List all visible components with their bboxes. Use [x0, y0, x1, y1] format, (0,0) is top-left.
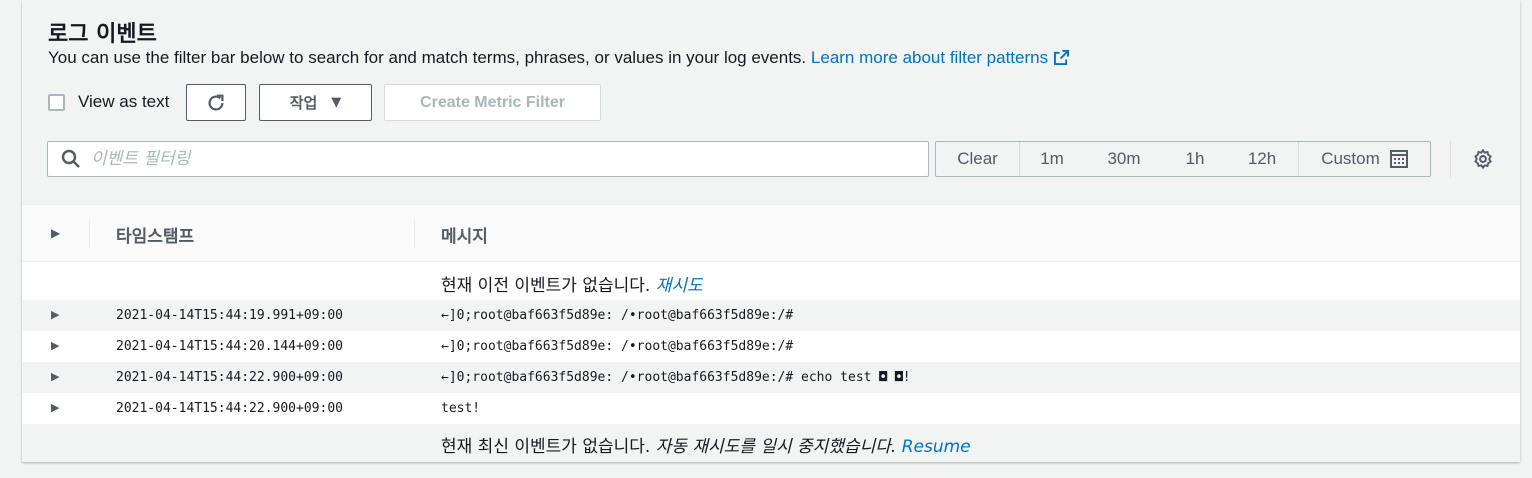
row-timestamp: 2021-04-14T15:44:19.991+09:00: [116, 308, 343, 323]
panel-header: 로그 이벤트 You can use the filter bar below …: [22, 0, 1520, 204]
description-text: You can use the filter bar below to sear…: [48, 48, 807, 67]
column-divider: [89, 219, 90, 249]
newer-notice-text: 현재 최신 이벤트가 없습니다.: [441, 437, 651, 457]
refresh-button[interactable]: [186, 84, 246, 121]
custom-label: Custom: [1321, 149, 1380, 168]
expand-row-icon[interactable]: ▶: [51, 401, 59, 414]
search-icon: [61, 149, 81, 169]
older-notice-text: 현재 이전 이벤트가 없습니다.: [441, 276, 651, 296]
resume-link[interactable]: Resume: [902, 437, 971, 457]
column-divider: [414, 219, 415, 249]
row-timestamp: 2021-04-14T15:44:22.900+09:00: [116, 370, 343, 385]
create-metric-filter-button[interactable]: Create Metric Filter: [384, 84, 601, 121]
actions-label: 작업: [289, 94, 318, 112]
calendar-icon: [1389, 150, 1408, 168]
table-row[interactable]: ▶ 2021-04-14T15:44:22.900+09:00 test!: [22, 393, 1520, 424]
column-timestamp[interactable]: 타임스탬프: [116, 222, 194, 247]
retry-link[interactable]: 재시도: [656, 276, 703, 296]
range-1h[interactable]: 1h: [1164, 149, 1226, 169]
caret-down-icon: ▼: [331, 95, 342, 110]
gear-icon: [1474, 148, 1492, 170]
description: You can use the filter bar below to sear…: [48, 48, 1070, 68]
table-row[interactable]: ▶ 2021-04-14T15:44:22.900+09:00 ←]0;root…: [22, 362, 1520, 393]
toolbar: View as text 작업 ▼ Create Metric Filter: [48, 84, 1508, 121]
row-timestamp: 2021-04-14T15:44:20.144+09:00: [116, 339, 343, 354]
settings-button[interactable]: [1472, 148, 1494, 175]
row-message: test!: [441, 401, 481, 416]
learn-more-link[interactable]: Learn more about filter patterns: [810, 48, 1070, 67]
expand-all-icon[interactable]: ▶: [51, 226, 60, 240]
actions-dropdown[interactable]: 작업 ▼: [259, 84, 372, 121]
time-range-selector: Clear 1m 30m 1h 12h Custom: [935, 141, 1431, 177]
column-message[interactable]: 메시지: [441, 222, 488, 247]
older-events-notice: 현재 이전 이벤트가 없습니다. 재시도: [22, 263, 1520, 301]
range-12h[interactable]: 12h: [1226, 149, 1298, 169]
range-1m[interactable]: 1m: [1020, 149, 1084, 169]
row-message: ←]0;root@baf663f5d89e: /•root@baf663f5d8…: [441, 308, 794, 323]
custom-range-button[interactable]: Custom: [1298, 142, 1430, 176]
range-30m[interactable]: 30m: [1084, 149, 1164, 169]
row-message: ←]0;root@baf663f5d89e: /•root@baf663f5d8…: [441, 339, 794, 354]
log-events-panel: 로그 이벤트 You can use the filter bar below …: [22, 0, 1520, 462]
divider: [1450, 141, 1451, 177]
filter-bar[interactable]: [47, 141, 929, 177]
expand-row-icon[interactable]: ▶: [51, 308, 59, 321]
newer-events-notice: 현재 최신 이벤트가 없습니다. 자동 재시도를 일시 중지했습니다. Resu…: [22, 424, 1520, 462]
clear-time-button[interactable]: Clear: [936, 142, 1020, 176]
refresh-icon: [208, 94, 224, 110]
table-row[interactable]: ▶ 2021-04-14T15:44:19.991+09:00 ←]0;root…: [22, 300, 1520, 331]
expand-row-icon[interactable]: ▶: [51, 339, 59, 352]
view-as-text-toggle[interactable]: View as text: [48, 92, 169, 112]
external-link-icon: [1054, 50, 1070, 65]
expand-row-icon[interactable]: ▶: [51, 370, 59, 383]
paused-text: 자동 재시도를 일시 중지했습니다.: [655, 437, 897, 457]
row-message: ←]0;root@baf663f5d89e: /•root@baf663f5d8…: [441, 370, 911, 385]
table-row[interactable]: ▶ 2021-04-14T15:44:20.144+09:00 ←]0;root…: [22, 331, 1520, 362]
table-header: ▶ 타임스탬프 메시지: [22, 204, 1520, 262]
view-as-text-checkbox[interactable]: [48, 93, 65, 111]
row-timestamp: 2021-04-14T15:44:22.900+09:00: [116, 401, 343, 416]
page-title: 로그 이벤트: [48, 22, 157, 47]
filter-input[interactable]: [91, 149, 851, 169]
learn-more-label: Learn more about filter patterns: [810, 48, 1049, 67]
view-as-text-label: View as text: [78, 92, 170, 111]
